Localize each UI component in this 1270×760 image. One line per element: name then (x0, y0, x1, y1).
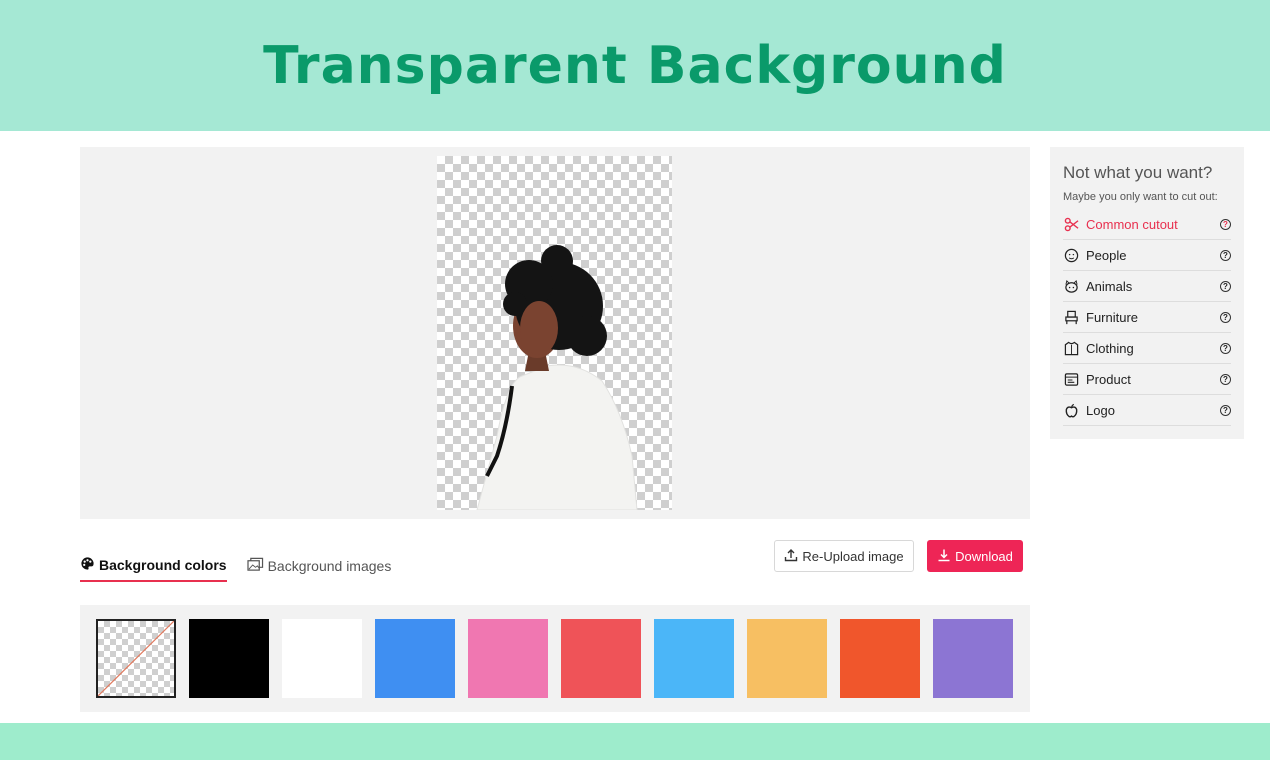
download-icon (937, 548, 951, 565)
option-label: Furniture (1086, 309, 1139, 325)
header-banner: Transparent Background (0, 0, 1270, 131)
product-icon (1063, 371, 1079, 387)
logo-icon (1063, 402, 1079, 418)
cutout-subject-image (476, 245, 638, 510)
swatch-color[interactable] (933, 619, 1013, 698)
swatch-transparent[interactable] (96, 619, 176, 698)
option-people[interactable]: People ? (1063, 240, 1231, 271)
swatch-color[interactable] (654, 619, 734, 698)
help-icon[interactable]: ? (1220, 311, 1231, 323)
option-animals[interactable]: Animals ? (1063, 271, 1231, 302)
background-tabs: Background colors Background images (80, 556, 391, 582)
swatch-color[interactable] (840, 619, 920, 698)
help-icon[interactable]: ? (1220, 342, 1231, 354)
upload-icon (784, 548, 798, 565)
swatch-color[interactable] (747, 619, 827, 698)
option-label: Common cutout (1086, 216, 1178, 232)
tab-background-colors[interactable]: Background colors (80, 556, 227, 582)
option-label: Logo (1086, 402, 1115, 418)
swatch-color[interactable] (468, 619, 548, 698)
reupload-label: Re-Upload image (802, 548, 904, 564)
swatch-color[interactable] (561, 619, 641, 698)
transparent-canvas (437, 156, 672, 510)
panel-subtitle: Maybe you only want to cut out: (1063, 191, 1218, 203)
swatch-color[interactable] (282, 619, 362, 698)
option-furniture[interactable]: Furniture ? (1063, 302, 1231, 333)
help-icon[interactable]: ? (1220, 373, 1231, 385)
swatch-color[interactable] (189, 619, 269, 698)
option-logo[interactable]: Logo ? (1063, 395, 1231, 426)
swatch-none-slash (97, 620, 175, 697)
option-label: Clothing (1086, 340, 1134, 356)
footer-band (0, 723, 1270, 760)
reupload-button[interactable]: Re-Upload image (774, 540, 914, 572)
images-icon (246, 557, 264, 575)
color-swatches (80, 605, 1030, 712)
help-icon[interactable]: ? (1220, 249, 1231, 261)
people-icon (1063, 247, 1079, 263)
tab-background-images[interactable]: Background images (246, 556, 392, 582)
panel-title: Not what you want? (1063, 163, 1213, 182)
animal-icon (1063, 278, 1079, 294)
page-title: Transparent Background (263, 35, 1007, 96)
option-common-cutout[interactable]: Common cutout ? (1063, 209, 1231, 240)
help-icon[interactable]: ? (1220, 280, 1231, 292)
swatch-color[interactable] (375, 619, 455, 698)
option-product[interactable]: Product ? (1063, 364, 1231, 395)
tab-label: Background colors (99, 557, 227, 573)
download-label: Download (955, 548, 1013, 564)
help-icon[interactable]: ? (1220, 218, 1231, 230)
furniture-icon (1063, 309, 1079, 325)
palette-icon (80, 556, 95, 574)
cutout-options-panel: Not what you want? Maybe you only want t… (1050, 147, 1244, 439)
clothing-icon (1063, 340, 1079, 356)
scissors-icon (1063, 216, 1079, 232)
option-label: Animals (1086, 278, 1133, 294)
help-icon[interactable]: ? (1220, 404, 1231, 416)
option-label: People (1086, 247, 1127, 263)
image-preview (80, 147, 1030, 519)
option-label: Product (1086, 371, 1131, 387)
tab-label: Background images (267, 558, 392, 574)
download-button[interactable]: Download (927, 540, 1023, 572)
option-clothing[interactable]: Clothing ? (1063, 333, 1231, 364)
